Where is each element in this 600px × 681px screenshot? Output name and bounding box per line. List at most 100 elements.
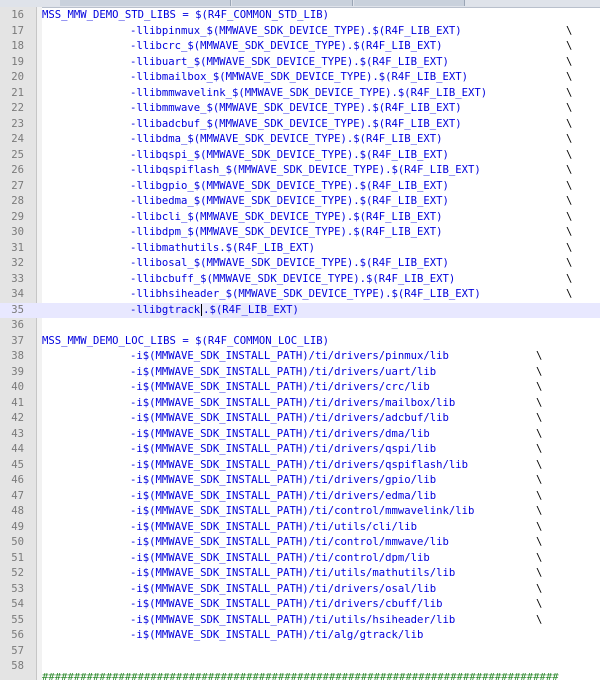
code-line[interactable]: 21 -llibmmwavelink_$(MMWAVE_SDK_DEVICE_TY… [0, 86, 600, 102]
code-line[interactable]: 53 -i$(MMWAVE_SDK_INSTALL_PATH)/ti/driver… [0, 582, 600, 598]
code-line[interactable]: 40 -i$(MMWAVE_SDK_INSTALL_PATH)/ti/driver… [0, 380, 600, 396]
line-number: 43 [11, 427, 24, 440]
line-continuation: \ [536, 427, 543, 440]
line-number: 54 [11, 598, 24, 610]
library-flag: -llibhsiheader_$(MMWAVE_SDK_DEVICE_TYPE)… [130, 287, 481, 303]
line-continuation: \ [566, 210, 573, 223]
code-line[interactable]: 25 -llibqspi_$(MMWAVE_SDK_DEVICE_TYPE).$(… [0, 148, 600, 164]
line-number: 32 [11, 257, 24, 269]
code-line[interactable]: 31 -llibmathutils.$(R4F_LIB_EXT) \ [0, 241, 600, 257]
line-continuation: \ [566, 179, 573, 192]
code-line[interactable]: 54 -i$(MMWAVE_SDK_INSTALL_PATH)/ti/driver… [0, 597, 600, 613]
line-continuation: \ [566, 257, 573, 269]
line-number: 36 [11, 319, 24, 331]
library-flag: -llibdma_$(MMWAVE_SDK_DEVICE_TYPE).$(R4F… [130, 132, 443, 148]
code-line[interactable]: 45 -i$(MMWAVE_SDK_INSTALL_PATH)/ti/driver… [0, 458, 600, 474]
line-number: 56 [11, 629, 24, 641]
code-line[interactable]: 42 -i$(MMWAVE_SDK_INSTALL_PATH)/ti/driver… [0, 411, 600, 427]
line-continuation: \ [536, 365, 543, 378]
code-line[interactable]: 55 -i$(MMWAVE_SDK_INSTALL_PATH)/ti/utils/… [0, 613, 600, 629]
line-number: 29 [11, 210, 24, 223]
line-continuation: \ [566, 86, 573, 99]
code-line[interactable]: 19 -llibuart_$(MMWAVE_SDK_DEVICE_TYPE).$(… [0, 55, 600, 71]
code-line[interactable]: 23 -llibadcbuf_$(MMWAVE_SDK_DEVICE_TYPE).… [0, 117, 600, 133]
line-number: 37 [11, 334, 24, 347]
tab-strip[interactable] [232, 0, 353, 6]
code-line[interactable]: 48 -i$(MMWAVE_SDK_INSTALL_PATH)/ti/contro… [0, 504, 600, 520]
line-continuation: \ [536, 458, 543, 471]
line-continuation: \ [566, 241, 573, 254]
library-name: -llibhsiheader_$(MMWAVE_SDK_DEVICE_TYPE)… [130, 288, 481, 300]
code-line[interactable]: 16 MSS_MMW_DEMO_STD_LIBS = $(R4F_COMMON_S… [0, 8, 600, 24]
line-number: 26 [11, 164, 24, 176]
line-number: 30 [11, 226, 24, 238]
code-line[interactable]: 51 -i$(MMWAVE_SDK_INSTALL_PATH)/ti/contro… [0, 551, 600, 567]
code-line[interactable]: 49 -i$(MMWAVE_SDK_INSTALL_PATH)/ti/utils/… [0, 520, 600, 536]
include-path: -i$(MMWAVE_SDK_INSTALL_PATH)/ti/utils/cl… [130, 520, 418, 533]
library-flag: -llibcli_$(MMWAVE_SDK_DEVICE_TYPE).$(R4F… [130, 210, 443, 226]
code-line[interactable]: 37 MSS_MMW_DEMO_LOC_LIBS = $(R4F_COMMON_L… [0, 334, 600, 350]
code-line[interactable]: 52 -i$(MMWAVE_SDK_INSTALL_PATH)/ti/utils/… [0, 566, 600, 582]
tab-strip[interactable] [354, 0, 465, 6]
code-line[interactable]: 57 [0, 644, 600, 660]
code-line[interactable]: 44 -i$(MMWAVE_SDK_INSTALL_PATH)/ti/driver… [0, 442, 600, 458]
code-line[interactable]: 24 -llibdma_$(MMWAVE_SDK_DEVICE_TYPE).$(R… [0, 132, 600, 148]
line-continuation: \ [536, 613, 543, 626]
code-line[interactable]: 32 -llibosal_$(MMWAVE_SDK_DEVICE_TYPE).$(… [0, 256, 600, 272]
code-line[interactable]: 22 -llibmmwave_$(MMWAVE_SDK_DEVICE_TYPE).… [0, 101, 600, 117]
code-line[interactable]: 41 -i$(MMWAVE_SDK_INSTALL_PATH)/ti/driver… [0, 396, 600, 412]
code-line[interactable]: 46 -i$(MMWAVE_SDK_INSTALL_PATH)/ti/driver… [0, 473, 600, 489]
library-name: -llibqspi_$(MMWAVE_SDK_DEVICE_TYPE).$(R4… [130, 148, 449, 161]
line-number: 41 [11, 396, 24, 409]
line-number: 31 [11, 241, 24, 254]
line-number: 17 [11, 24, 24, 37]
library-name: -llibdpm_$(MMWAVE_SDK_DEVICE_TYPE).$(R4F… [130, 226, 443, 238]
line-continuation: \ [536, 489, 543, 502]
code-line[interactable]: 36 [0, 318, 600, 334]
line-number: 21 [11, 86, 24, 99]
library-flag: -llibosal_$(MMWAVE_SDK_DEVICE_TYPE).$(R4… [130, 256, 449, 272]
code-line[interactable]: 47 -i$(MMWAVE_SDK_INSTALL_PATH)/ti/driver… [0, 489, 600, 505]
code-line[interactable]: 35 -llibgtrack .$(R4F_LIB_EXT) [0, 302, 600, 318]
library-flag: -llibpinmux_$(MMWAVE_SDK_DEVICE_TYPE).$(… [130, 24, 462, 40]
code-line[interactable]: 34 -llibhsiheader_$(MMWAVE_SDK_DEVICE_TYP… [0, 287, 600, 303]
library-flag: -llibmathutils.$(R4F_LIB_EXT) [130, 241, 315, 257]
library-flag: -llibedma_$(MMWAVE_SDK_DEVICE_TYPE).$(R4… [130, 194, 449, 210]
code-line[interactable]: 50 -i$(MMWAVE_SDK_INSTALL_PATH)/ti/contro… [0, 535, 600, 551]
line-continuation: \ [536, 396, 543, 409]
variable-assignment: MSS_MMW_DEMO_LOC_LIBS = $(R4F_COMMON_LOC… [42, 334, 329, 350]
line-number: 25 [11, 148, 24, 161]
include-path: -i$(MMWAVE_SDK_INSTALL_PATH)/ti/utils/hs… [130, 613, 456, 626]
code-line[interactable]: 38 -i$(MMWAVE_SDK_INSTALL_PATH)/ti/driver… [0, 349, 600, 365]
library-flag: -llibdpm_$(MMWAVE_SDK_DEVICE_TYPE).$(R4F… [130, 225, 443, 241]
library-flag: -llibgpio_$(MMWAVE_SDK_DEVICE_TYPE).$(R4… [130, 179, 449, 195]
line-number: 23 [11, 117, 24, 130]
line-number: 50 [11, 536, 24, 548]
code-line[interactable]: 29 -llibcli_$(MMWAVE_SDK_DEVICE_TYPE).$(R… [0, 210, 600, 226]
code-line[interactable]: 28 -llibedma_$(MMWAVE_SDK_DEVICE_TYPE).$(… [0, 194, 600, 210]
code-line[interactable]: 30 -llibdpm_$(MMWAVE_SDK_DEVICE_TYPE).$(R… [0, 225, 600, 241]
line-continuation: \ [566, 24, 573, 37]
line-number: 46 [11, 474, 24, 486]
code-line[interactable]: 18 -llibcrc_$(MMWAVE_SDK_DEVICE_TYPE).$(R… [0, 39, 600, 55]
line-number: 16 [11, 9, 24, 21]
line-continuation: \ [536, 505, 543, 517]
line-continuation: \ [536, 443, 543, 455]
code-line[interactable]: 43 -i$(MMWAVE_SDK_INSTALL_PATH)/ti/driver… [0, 427, 600, 443]
code-line[interactable]: 27 -llibgpio_$(MMWAVE_SDK_DEVICE_TYPE).$(… [0, 179, 600, 195]
line-number: 44 [11, 443, 24, 455]
line-number: 47 [11, 489, 24, 502]
line-number: 28 [11, 195, 24, 207]
line-number: 58 [11, 660, 24, 672]
code-line[interactable]: 26 -llibqspiflash_$(MMWAVE_SDK_DEVICE_TYP… [0, 163, 600, 179]
code-line[interactable]: 20 -llibmailbox_$(MMWAVE_SDK_DEVICE_TYPE)… [0, 70, 600, 86]
tab-strip[interactable] [60, 0, 231, 6]
library-name: -llibmathutils.$(R4F_LIB_EXT) [130, 241, 315, 254]
code-line[interactable]: 56 -i$(MMWAVE_SDK_INSTALL_PATH)/ti/alg/gt… [0, 628, 600, 644]
code-editor[interactable]: 16 MSS_MMW_DEMO_STD_LIBS = $(R4F_COMMON_S… [0, 8, 600, 675]
code-line[interactable]: 17 -llibpinmux_$(MMWAVE_SDK_DEVICE_TYPE).… [0, 24, 600, 40]
code-line[interactable]: 33 -llibcbuff_$(MMWAVE_SDK_DEVICE_TYPE).$… [0, 272, 600, 288]
include-path: -i$(MMWAVE_SDK_INSTALL_PATH)/ti/alg/gtra… [130, 629, 424, 641]
line-number: 51 [11, 551, 24, 564]
code-line[interactable]: 39 -i$(MMWAVE_SDK_INSTALL_PATH)/ti/driver… [0, 365, 600, 381]
